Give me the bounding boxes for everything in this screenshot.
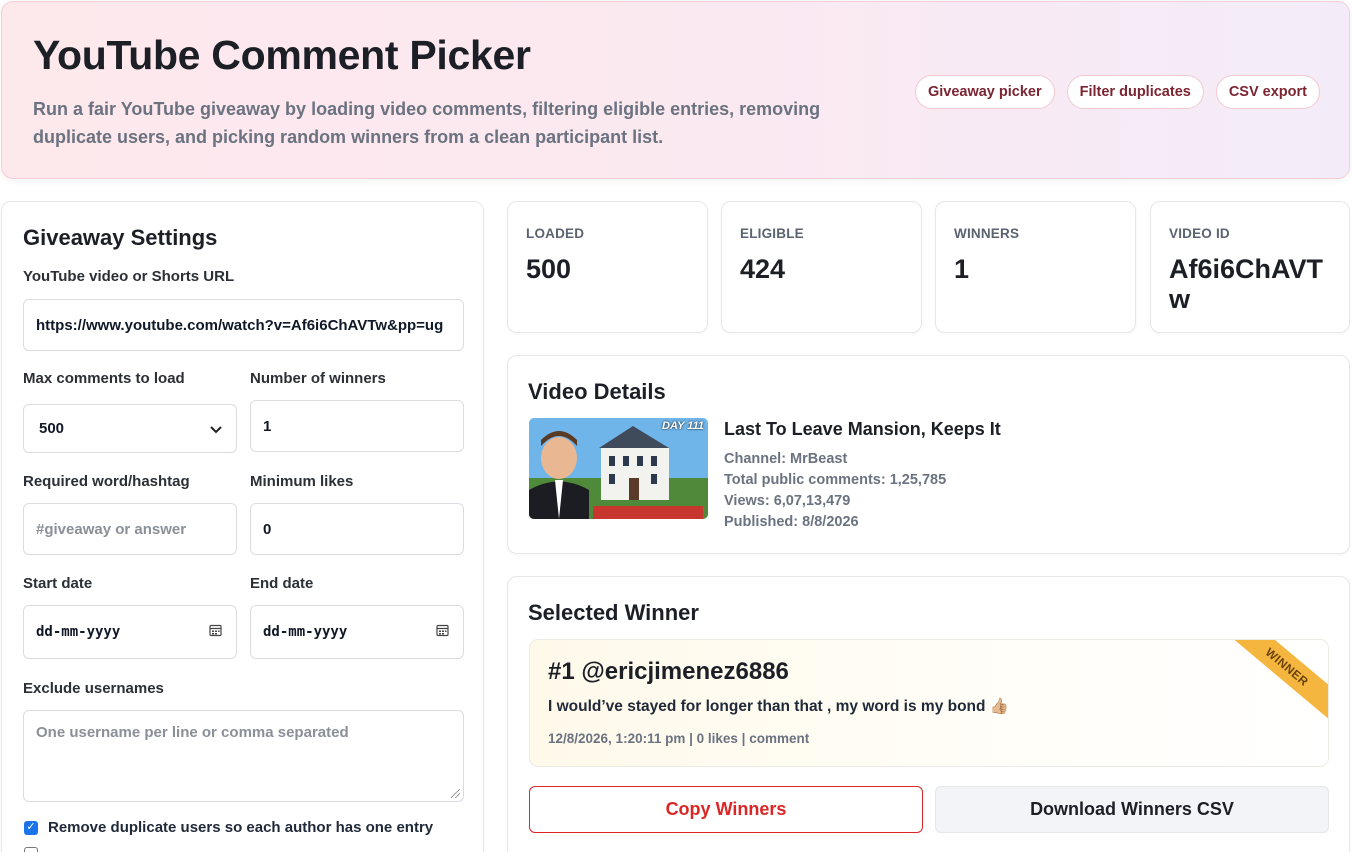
required-word-label: Required word/hashtag: [23, 473, 190, 490]
selected-winner-panel: Selected Winner WINNER #1 @ericjimenez68…: [507, 576, 1350, 852]
stat-eligible-value: 424: [740, 254, 786, 284]
page-subtitle: Run a fair YouTube giveaway by loading v…: [33, 99, 821, 147]
secondary-option[interactable]: [24, 847, 38, 852]
end-date-input[interactable]: dd-mm-yyyy: [250, 605, 464, 659]
video-thumbnail[interactable]: DAY 111: [529, 418, 708, 519]
max-comments-value: 500: [39, 420, 65, 437]
calendar-icon[interactable]: [209, 624, 222, 641]
stat-loaded-key: LOADED: [526, 226, 585, 241]
min-likes-label: Minimum likes: [250, 473, 354, 490]
giveaway-settings-panel: Giveaway Settings YouTube video or Short…: [1, 201, 484, 852]
stat-winners-key: WINNERS: [954, 226, 1020, 241]
stat-loaded: LOADED 500: [507, 201, 708, 333]
video-url-input[interactable]: https://www.youtube.com/watch?v=Af6i6ChA…: [23, 299, 464, 351]
required-word-input[interactable]: #giveaway or answer: [23, 503, 237, 555]
video-channel: Channel: MrBeast: [724, 451, 848, 467]
hero-header: YouTube Comment Picker Run a fair YouTub…: [1, 1, 1350, 179]
pill-giveaway-picker: Giveaway picker: [914, 75, 1055, 109]
min-likes-input[interactable]: 0: [250, 503, 464, 555]
winner-ribbon: WINNER: [1221, 640, 1328, 726]
start-date-value: dd-mm-yyyy: [36, 624, 121, 640]
checkbox-unchecked-icon[interactable]: [24, 847, 38, 852]
winners-count-input[interactable]: 1: [250, 400, 464, 452]
video-meta: Channel: MrBeast Total public comments: …: [724, 449, 946, 533]
feature-pills: Giveaway picker Filter duplicates CSV ex…: [914, 75, 1320, 109]
end-date-label: End date: [250, 575, 314, 592]
start-date-input[interactable]: dd-mm-yyyy: [23, 605, 237, 659]
video-details-title: Video Details: [528, 379, 666, 404]
video-title: Last To Leave Mansion, Keeps It: [724, 419, 1001, 439]
chevron-down-icon: [210, 421, 222, 436]
max-comments-label: Max comments to load: [23, 370, 185, 387]
stat-winners: WINNERS 1: [935, 201, 1136, 333]
video-views: Views: 6,07,13,479: [724, 493, 851, 509]
download-winners-csv-button[interactable]: Download Winners CSV: [935, 786, 1329, 833]
stat-video-id: VIDEO ID Af6i6ChAVTw: [1150, 201, 1350, 333]
thumbnail-badge: DAY 111: [662, 420, 704, 432]
stat-winners-value: 1: [954, 254, 970, 284]
video-published: Published: 8/8/2026: [724, 514, 859, 530]
max-comments-select[interactable]: 500: [23, 404, 237, 453]
video-comment-count: Total public comments: 1,25,785: [724, 472, 947, 488]
stat-eligible: ELIGIBLE 424: [721, 201, 922, 333]
dedupe-label: Remove duplicate users so each author ha…: [48, 819, 434, 836]
winner-section-title: Selected Winner: [528, 600, 699, 625]
stat-video-id-value: Af6i6ChAVTw: [1169, 254, 1324, 314]
calendar-icon[interactable]: [436, 624, 449, 641]
winner-username: #1 @ericjimenez6886: [548, 658, 789, 685]
settings-title: Giveaway Settings: [23, 225, 218, 250]
page-title: YouTube Comment Picker: [33, 32, 531, 78]
copy-winners-button[interactable]: Copy Winners: [529, 786, 923, 833]
url-label: YouTube video or Shorts URL: [23, 268, 235, 285]
winners-count-label: Number of winners: [250, 370, 386, 387]
video-details-panel: Video Details DAY 111 Last To Leave Mans…: [507, 355, 1350, 554]
winner-card: WINNER #1 @ericjimenez6886 I would’ve st…: [529, 639, 1329, 767]
stat-eligible-key: ELIGIBLE: [740, 226, 804, 241]
resize-handle-icon[interactable]: [451, 789, 460, 798]
winner-meta: 12/8/2026, 1:20:11 pm | 0 likes | commen…: [548, 731, 810, 746]
pill-csv-export: CSV export: [1215, 75, 1320, 109]
exclude-usernames-label: Exclude usernames: [23, 680, 164, 697]
pill-filter-duplicates: Filter duplicates: [1066, 75, 1204, 109]
stat-video-id-key: VIDEO ID: [1169, 226, 1230, 241]
start-date-label: Start date: [23, 575, 93, 592]
dedupe-option[interactable]: ✓ Remove duplicate users so each author …: [24, 819, 433, 836]
winner-comment: I would’ve stayed for longer than that ,…: [548, 698, 1010, 715]
end-date-value: dd-mm-yyyy: [263, 624, 348, 640]
stat-loaded-value: 500: [526, 254, 572, 284]
exclude-usernames-placeholder: One username per line or comma separated: [36, 724, 349, 741]
exclude-usernames-textarea[interactable]: One username per line or comma separated: [23, 710, 464, 802]
checkbox-checked-icon[interactable]: ✓: [24, 820, 38, 835]
